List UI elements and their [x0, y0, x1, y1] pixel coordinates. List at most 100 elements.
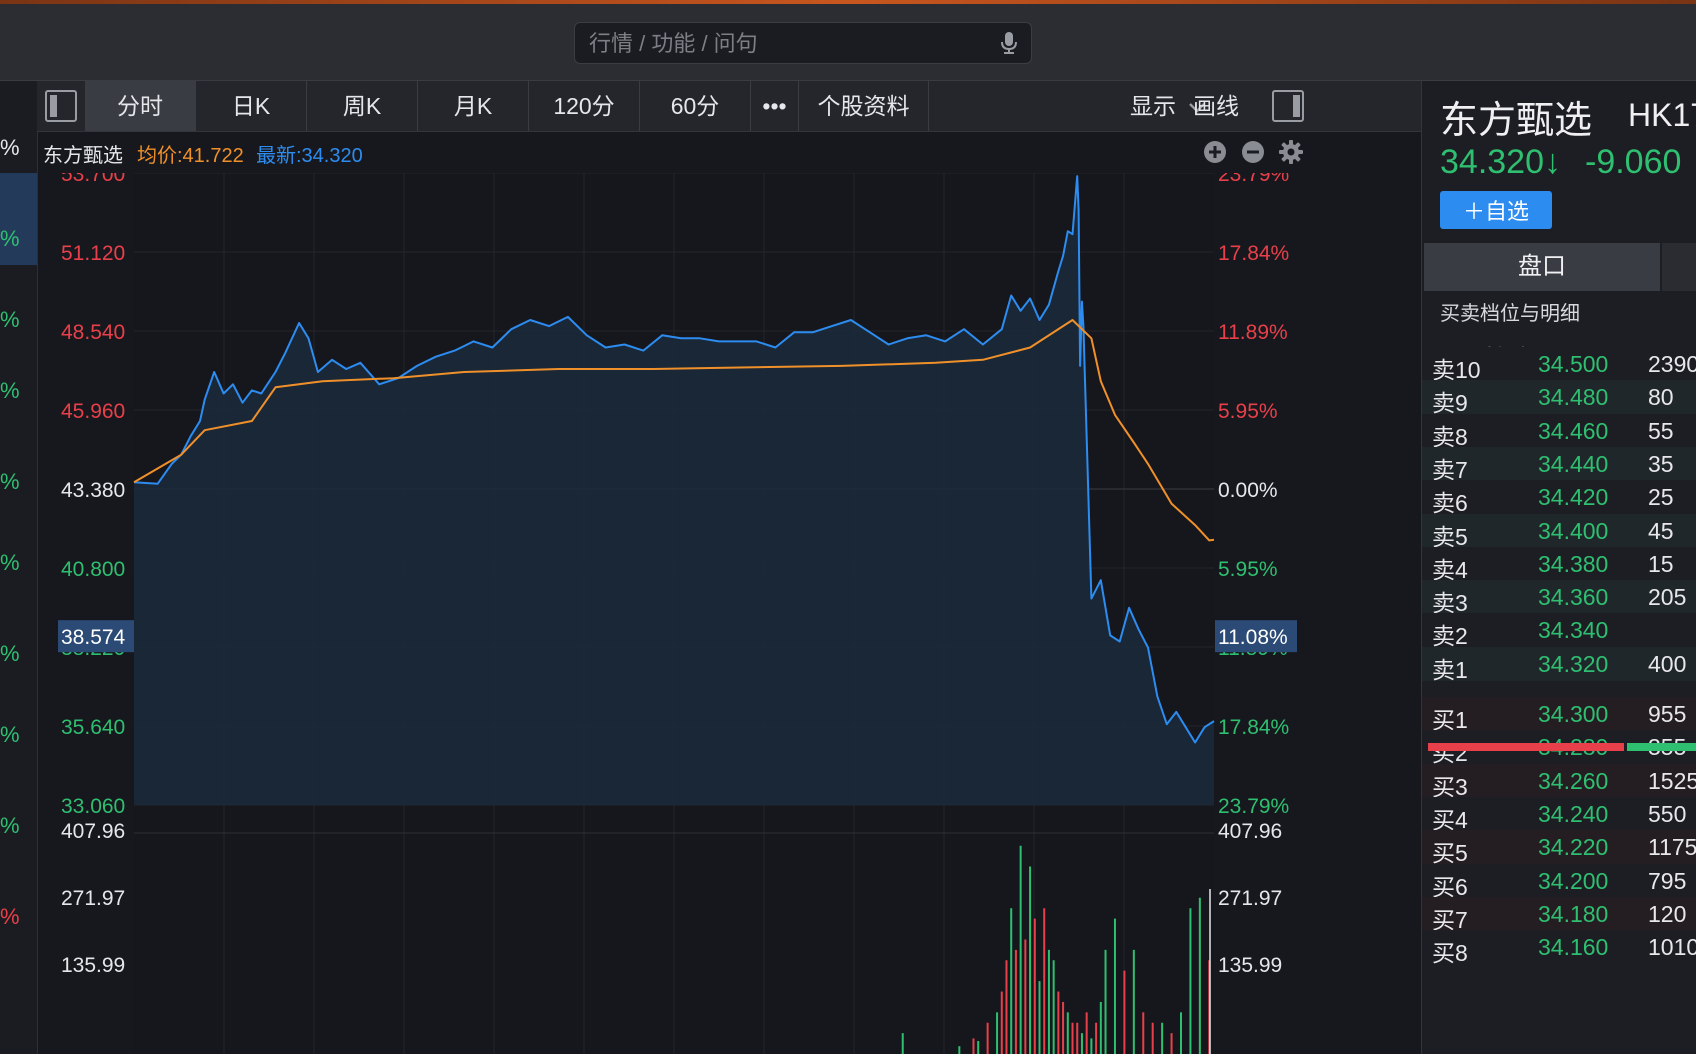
order-quantity: 15	[1648, 550, 1674, 577]
bid-row[interactable]: 买7 34.180 120	[1422, 896, 1696, 933]
bid-row[interactable]: 买6 34.200 795	[1422, 863, 1696, 900]
volume-axis-tick: 135.99	[1218, 954, 1282, 977]
intraday-chart[interactable]: 53.70051.12048.54045.96043.38040.80038.2…	[37, 173, 1421, 1054]
order-level: 卖1	[1432, 656, 1468, 683]
tab-stock-profile[interactable]: 个股资料	[799, 81, 929, 131]
quote-panel: 东方甄选 HK1797 34.320↓ -9.060 ＋自选 盘口 买卖档位与明…	[1421, 81, 1696, 1054]
watchlist-item-change[interactable]: %	[0, 904, 37, 930]
watchlist-strip[interactable]: %%%%%%%%%%	[0, 81, 38, 1054]
order-quantity: 795	[1648, 867, 1687, 894]
order-price: 34.460	[1538, 417, 1609, 444]
price-axis-tick: 45.960	[61, 400, 125, 423]
zoom-in-icon[interactable]	[1203, 140, 1227, 164]
avg-price-label: 均价:41.722	[137, 145, 244, 167]
order-price: 34.340	[1538, 617, 1609, 644]
watchlist-item-change[interactable]: %	[0, 226, 37, 252]
chart-tab-bar: 分时 日K 周K 月K 120分 60分 ••• 个股资料 显示 画线	[37, 81, 1421, 132]
price-axis-tick: 43.380	[61, 479, 125, 502]
order-quantity: 55	[1648, 417, 1674, 444]
watchlist-item-change[interactable]: %	[0, 469, 37, 495]
order-quantity: 25	[1648, 484, 1674, 511]
percent-axis-tick: 5.95%	[1218, 400, 1278, 423]
ask-row[interactable]: 卖10 34.500 2390	[1422, 347, 1696, 383]
left-panel-toggle-icon[interactable]	[45, 90, 77, 122]
percent-axis-tick: 23.79%	[1218, 173, 1289, 186]
order-price: 34.420	[1538, 484, 1609, 511]
chart-stock-name: 东方甄选	[43, 145, 123, 167]
order-price: 34.360	[1538, 584, 1609, 611]
order-quantity: 80	[1648, 384, 1674, 411]
bid-row[interactable]: 买5 34.220 1175	[1422, 830, 1696, 866]
tab-daily-k[interactable]: 日K	[196, 81, 307, 131]
bid-row[interactable]: 买4 34.240 550	[1422, 796, 1696, 833]
watchlist-item-change[interactable]: %	[0, 813, 37, 839]
stock-change: -9.060	[1585, 143, 1682, 181]
order-quantity: 400	[1648, 650, 1687, 677]
bid-row[interactable]: 买1 34.300 955	[1422, 697, 1696, 733]
ask-row[interactable]: 卖6 34.420 25	[1422, 480, 1696, 516]
tab-order-book[interactable]: 盘口	[1424, 243, 1660, 291]
watchlist-item-change[interactable]: %	[0, 722, 37, 748]
stock-code: HK1797	[1628, 97, 1696, 133]
order-quantity: 45	[1648, 517, 1674, 544]
crosshair-price-label: 38.574	[61, 626, 126, 649]
percent-axis-tick: 17.84%	[1218, 716, 1289, 739]
tab-60min[interactable]: 60分	[640, 81, 751, 131]
tab-monthly-k[interactable]: 月K	[418, 81, 529, 131]
search-input[interactable]	[587, 23, 971, 65]
tab-more[interactable]: •••	[751, 81, 799, 131]
order-price: 34.440	[1538, 450, 1609, 477]
order-price: 34.500	[1538, 351, 1609, 377]
order-price: 34.180	[1538, 900, 1609, 927]
ask-row[interactable]: 卖3 34.360 205	[1422, 580, 1696, 616]
volume-axis-tick: 135.99	[61, 954, 125, 977]
price-axis-tick: 33.060	[61, 795, 125, 818]
order-quantity: 1525	[1648, 767, 1696, 794]
order-price: 34.380	[1538, 550, 1609, 577]
volume-axis-tick: 271.97	[1218, 887, 1282, 910]
right-panel-toggle-icon[interactable]	[1272, 90, 1304, 122]
ask-row[interactable]: 卖8 34.460 55	[1422, 413, 1696, 450]
order-price: 34.260	[1538, 767, 1609, 794]
percent-axis-tick: 17.84%	[1218, 242, 1289, 265]
search-box[interactable]	[574, 22, 1032, 65]
order-price: 34.160	[1538, 934, 1609, 961]
add-watchlist-button[interactable]: ＋自选	[1440, 191, 1552, 229]
order-quantity: 955	[1648, 701, 1687, 727]
bid-row[interactable]: 买3 34.260 1525	[1422, 763, 1696, 800]
zoom-out-icon[interactable]	[1241, 140, 1265, 164]
ask-row[interactable]: 卖1 34.320 400	[1422, 646, 1696, 683]
order-price: 34.320	[1538, 650, 1609, 677]
order-price: 34.400	[1538, 517, 1609, 544]
percent-axis-tick: 0.00%	[1218, 479, 1278, 502]
watchlist-item-change[interactable]: %	[0, 378, 37, 404]
gear-icon[interactable]	[1279, 140, 1303, 164]
watchlist-item-change[interactable]: %	[0, 641, 37, 667]
microphone-icon[interactable]	[1001, 31, 1017, 55]
watchlist-item-change[interactable]: %	[0, 135, 37, 161]
draw-line-button[interactable]: 画线	[1193, 81, 1239, 131]
ask-row[interactable]: 卖4 34.380 15	[1422, 546, 1696, 583]
watchlist-item-change[interactable]: %	[0, 307, 37, 333]
bid-row[interactable]: 买8 34.160 1010	[1422, 930, 1696, 966]
ask-row[interactable]: 卖2 34.340	[1422, 613, 1696, 649]
ask-row[interactable]: 卖5 34.400 45	[1422, 513, 1696, 550]
price-axis-tick: 35.640	[61, 716, 125, 739]
ask-row[interactable]: 卖7 34.440 35	[1422, 446, 1696, 483]
display-label: 显示	[1130, 93, 1176, 119]
order-level: 买8	[1432, 940, 1468, 967]
tab-intraday[interactable]: 分时	[85, 81, 196, 131]
tab-120min[interactable]: 120分	[529, 81, 640, 131]
tab-next[interactable]	[1662, 243, 1696, 291]
chart-info-bar: 东方甄选 均价:41.722 最新:34.320	[37, 131, 1421, 173]
order-price: 34.200	[1538, 867, 1609, 894]
watchlist-item-change[interactable]: %	[0, 550, 37, 576]
tab-weekly-k[interactable]: 周K	[307, 81, 418, 131]
price-axis-tick: 48.540	[61, 321, 125, 344]
order-book-subtitle[interactable]: 买卖档位与明细	[1440, 297, 1580, 326]
volume-axis-tick: 407.96	[1218, 820, 1282, 843]
order-quantity: 1010	[1648, 934, 1696, 961]
ask-row[interactable]: 卖9 34.480 80	[1422, 380, 1696, 416]
crosshair-percent-label: 11.08%	[1218, 626, 1288, 649]
stock-price: 34.320↓	[1440, 143, 1561, 181]
